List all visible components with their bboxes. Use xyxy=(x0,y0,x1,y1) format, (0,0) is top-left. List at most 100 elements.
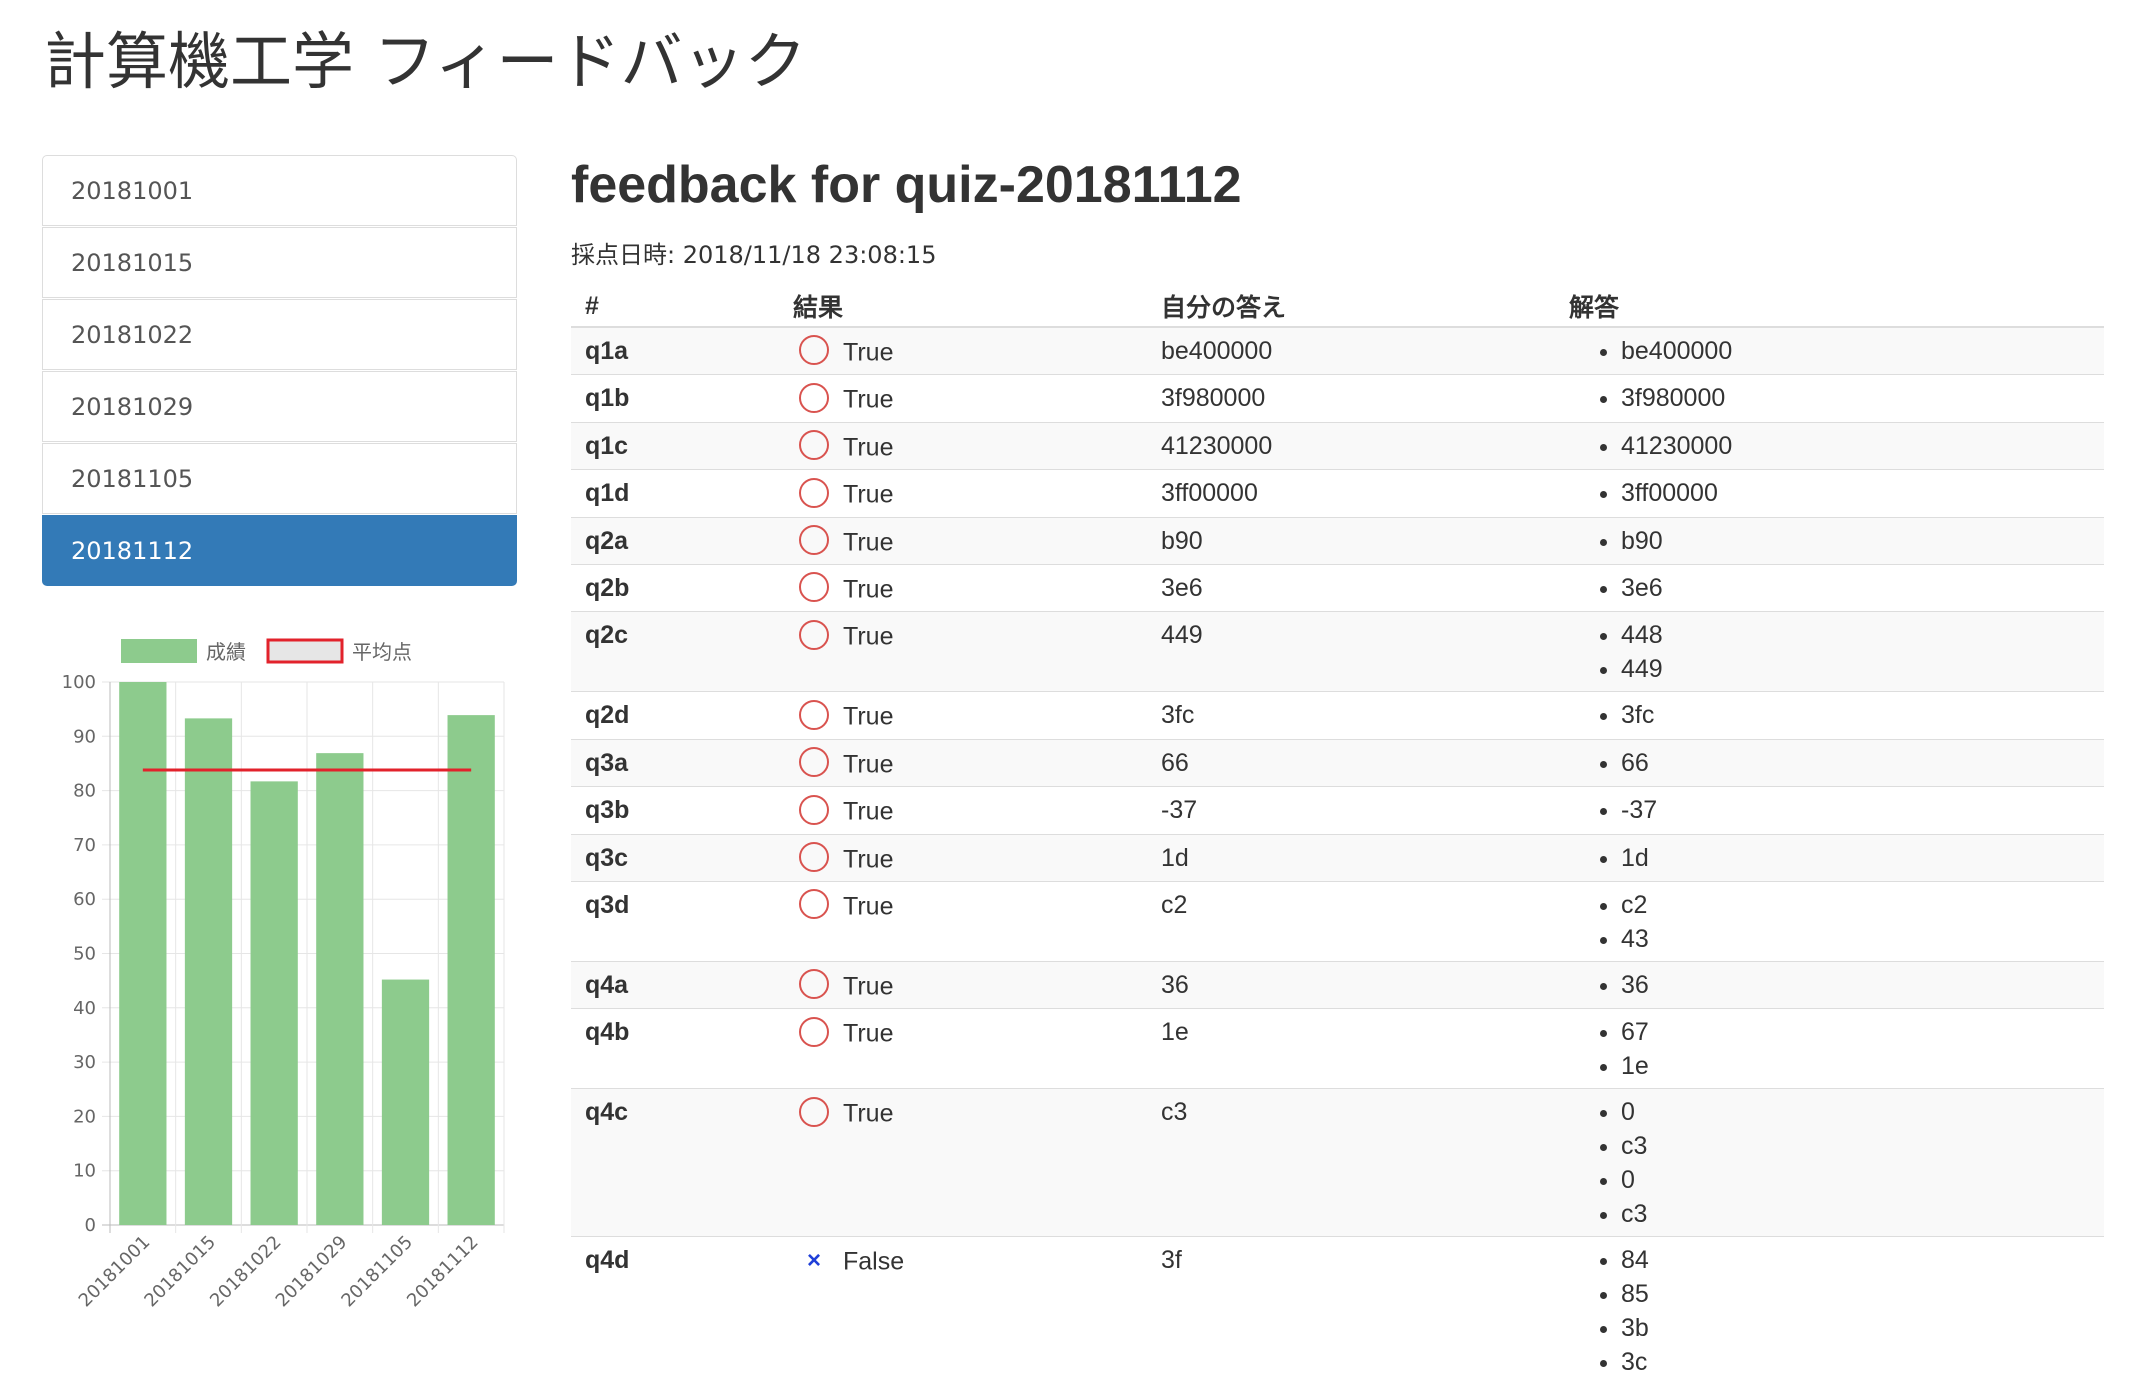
column-header-id: # xyxy=(571,284,779,328)
table-header-row: # 結果 自分の答え 解答 xyxy=(571,284,2104,328)
question-id: q2b xyxy=(571,563,779,612)
table-row: q2a True b90 b90 xyxy=(571,516,2104,565)
result-text: True xyxy=(843,702,894,731)
answer-item: -37 xyxy=(1621,793,2090,827)
result-text: True xyxy=(843,892,894,921)
result-cell: True xyxy=(779,880,1147,962)
question-id: q2d xyxy=(571,691,779,740)
result-text: True xyxy=(843,750,894,779)
table-row: q2b True 3e6 3e6 xyxy=(571,563,2104,612)
correct-circle-icon xyxy=(799,524,829,555)
result-cell: True xyxy=(779,326,1147,375)
page-title: 計算機工学 フィードバック xyxy=(44,25,807,98)
table-row: q1c True 41230000 41230000 xyxy=(571,421,2104,470)
correct-circle-icon xyxy=(799,699,829,730)
table-row: q4cTruec30c30c3 xyxy=(571,1088,2104,1237)
bar-20181001 xyxy=(119,682,167,1225)
correct-answers: 36 xyxy=(1555,960,2104,1009)
my-answer: c2 xyxy=(1147,880,1555,962)
table-row: q2cTrue449448449 xyxy=(571,611,2104,692)
question-id: q3d xyxy=(571,880,779,962)
correct-answers: 448449 xyxy=(1555,611,2104,692)
answer-item: 85 xyxy=(1621,1277,2090,1311)
correct-answers: 3ff00000 xyxy=(1555,469,2104,518)
y-tick-label: 30 xyxy=(73,1052,96,1073)
answer-item: 3c xyxy=(1621,1345,2090,1379)
y-tick-label: 20 xyxy=(73,1106,96,1127)
correct-answers: 3fc xyxy=(1555,691,2104,740)
correct-answers: 66 xyxy=(1555,738,2104,787)
correct-answers: -37 xyxy=(1555,786,2104,835)
answer-item: 3f980000 xyxy=(1621,381,2090,415)
correct-answers: 3f980000 xyxy=(1555,374,2104,423)
question-id: q1c xyxy=(571,421,779,470)
answer-item: c3 xyxy=(1621,1197,2090,1231)
y-tick-label: 60 xyxy=(73,889,96,910)
quiz-list-item[interactable]: 20181015 xyxy=(42,227,517,298)
y-tick-label: 90 xyxy=(73,726,96,747)
answer-item: 0 xyxy=(1621,1163,2090,1197)
result-cell: True xyxy=(779,960,1147,1009)
correct-circle-icon xyxy=(799,1016,829,1047)
correct-answers: c243 xyxy=(1555,880,2104,962)
answer-list: 3e6 xyxy=(1569,571,2090,605)
answer-list: 41230000 xyxy=(1569,429,2090,463)
table-row: q1d True 3ff00000 3ff00000 xyxy=(571,469,2104,518)
answer-list: 0c30c3 xyxy=(1569,1095,2090,1231)
column-header-answer: 解答 xyxy=(1555,284,2104,328)
correct-circle-icon xyxy=(799,969,829,1000)
answer-item: 66 xyxy=(1621,746,2090,780)
answer-item: 67 xyxy=(1621,1015,2090,1049)
question-id: q1d xyxy=(571,469,779,518)
table-row: q3b True -37 -37 xyxy=(571,786,2104,835)
result-cell: True xyxy=(779,833,1147,882)
result-text: True xyxy=(843,844,894,873)
question-id: q3c xyxy=(571,833,779,882)
result-cell: × False xyxy=(779,1236,1147,1384)
result-cell: True xyxy=(779,516,1147,565)
result-text: True xyxy=(843,575,894,604)
question-id: q3b xyxy=(571,786,779,835)
quiz-list-item[interactable]: 20181001 xyxy=(42,155,517,226)
result-text: True xyxy=(843,1019,894,1048)
table-row: q1a True be400000 be400000 xyxy=(571,326,2104,375)
my-answer: c3 xyxy=(1147,1088,1555,1237)
legend-label-average: 平均点 xyxy=(352,640,412,664)
answer-list: 3ff00000 xyxy=(1569,476,2090,510)
results-table: # 結果 自分の答え 解答 q1aTruebe400000be400000q1b… xyxy=(571,284,2104,1384)
quiz-list-item[interactable]: 20181029 xyxy=(42,371,517,442)
quiz-list-item[interactable]: 20181105 xyxy=(42,443,517,514)
score-chart-svg: 0102030405060708090100201810012018101520… xyxy=(62,638,505,1311)
result-text: True xyxy=(843,527,894,556)
y-tick-label: 70 xyxy=(73,835,96,856)
my-answer: -37 xyxy=(1147,786,1555,835)
result-cell: True xyxy=(779,786,1147,835)
my-answer: 3fc xyxy=(1147,691,1555,740)
quiz-list-item-active[interactable]: 20181112 xyxy=(42,515,517,586)
result-text: True xyxy=(843,385,894,414)
answer-item: 84 xyxy=(1621,1243,2090,1277)
column-header-my-answer: 自分の答え xyxy=(1147,284,1555,328)
answer-item: 43 xyxy=(1621,922,2090,956)
result-cell: True xyxy=(779,1088,1147,1237)
answer-list: 66 xyxy=(1569,746,2090,780)
quiz-list-item[interactable]: 20181022 xyxy=(42,299,517,370)
legend-swatch-average xyxy=(266,638,344,664)
correct-answers: 671e xyxy=(1555,1008,2104,1089)
answer-item: 3fc xyxy=(1621,698,2090,732)
table-row: q4d×False3f84853b3c xyxy=(571,1236,2104,1384)
answer-item: c3 xyxy=(1621,1129,2090,1163)
correct-circle-icon xyxy=(799,747,829,778)
answer-list: 1d xyxy=(1569,841,2090,875)
answer-item: be400000 xyxy=(1621,334,2090,368)
answer-list: b90 xyxy=(1569,524,2090,558)
answer-item: 0 xyxy=(1621,1095,2090,1129)
question-id: q3a xyxy=(571,738,779,787)
result-cell: True xyxy=(779,691,1147,740)
my-answer: 36 xyxy=(1147,960,1555,1009)
answer-item: 3b xyxy=(1621,1311,2090,1345)
results-body: q1a True be400000 be400000 q1b True 3f980000 3f… xyxy=(571,326,2104,1384)
result-text: False xyxy=(843,1247,905,1276)
correct-circle-icon xyxy=(799,841,829,872)
quiz-list: 20181001 20181015 20181022 20181029 2018… xyxy=(42,155,517,587)
